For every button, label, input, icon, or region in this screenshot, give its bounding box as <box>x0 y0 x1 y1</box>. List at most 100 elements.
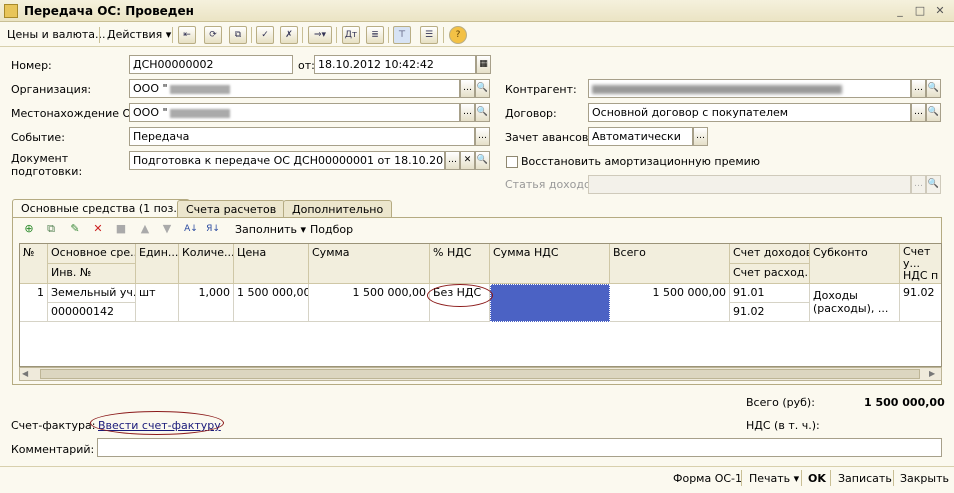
cell-acc-vat[interactable]: 91.02 <box>900 284 941 322</box>
advance-select-button[interactable]: … <box>693 127 708 146</box>
edit-icon[interactable]: ✎ <box>68 222 82 236</box>
search-icon[interactable]: 🔍 <box>475 103 490 122</box>
number-field[interactable]: ДСН00000002 <box>129 55 293 74</box>
refresh-icon[interactable]: ⟳ <box>204 26 222 44</box>
search-icon[interactable]: 🔍 <box>475 151 490 170</box>
cell-total[interactable]: 1 500 000,00 <box>610 284 730 322</box>
move-down-icon[interactable]: ▼ <box>160 222 174 236</box>
fill-label: Заполнить <box>235 223 297 236</box>
contractor-field[interactable] <box>588 79 911 98</box>
col-header-acc-expense[interactable]: Счет расход... <box>730 264 810 284</box>
ok-button[interactable]: OK <box>808 472 826 485</box>
tab-fixed-assets[interactable]: Основные средства (1 поз.) <box>12 199 191 218</box>
col-header-acc-vat[interactable]: Счет у... НДС п <box>900 244 941 284</box>
cell-qty[interactable]: 1,000 <box>179 284 234 322</box>
form-os1-button[interactable]: Форма ОС-1 <box>673 472 742 485</box>
col-header-vat-sum[interactable]: Сумма НДС <box>490 244 610 284</box>
location-field[interactable]: ООО " <box>129 103 460 122</box>
close-button[interactable]: Закрыть <box>900 472 949 485</box>
event-select-button[interactable]: … <box>475 127 490 146</box>
post-close-icon[interactable]: ⇤ <box>178 26 196 44</box>
col-header-num[interactable]: № <box>20 244 48 284</box>
actions-menu[interactable]: Действия ▾ <box>107 28 171 41</box>
event-field[interactable]: Передача <box>129 127 475 146</box>
col-header-subconto[interactable]: Субконто <box>810 244 900 284</box>
col-header-vat-rate[interactable]: % НДС <box>430 244 490 284</box>
search-icon[interactable]: 🔍 <box>926 79 941 98</box>
cell-inv[interactable]: 000000142 <box>48 303 136 322</box>
col-header-acc-income[interactable]: Счет доходов <box>730 244 810 264</box>
close-icon[interactable]: ✕ <box>933 4 947 18</box>
income-field[interactable] <box>588 175 911 194</box>
horizontal-scrollbar[interactable]: ◀ ▶ <box>19 367 942 381</box>
income-select-button[interactable]: … <box>911 175 926 194</box>
document-icon <box>4 4 18 18</box>
tab-additional[interactable]: Дополнительно <box>283 200 393 218</box>
add-icon[interactable]: ⊕ <box>22 222 36 236</box>
date-field[interactable]: 18.10.2012 10:42:42 <box>314 55 476 74</box>
print-menu[interactable]: Печать ▾ <box>749 472 799 485</box>
unpost-icon[interactable]: ✗ <box>280 26 298 44</box>
org-field[interactable]: ООО " <box>129 79 460 98</box>
list-icon[interactable]: ☰ <box>420 26 438 44</box>
search-icon[interactable]: 🔍 <box>926 103 941 122</box>
contract-field[interactable]: Основной договор с покупателем <box>588 103 911 122</box>
prep-doc-select-button[interactable]: … <box>445 151 460 170</box>
cell-price[interactable]: 1 500 000,00 <box>234 284 309 322</box>
cell-sum[interactable]: 1 500 000,00 <box>309 284 430 322</box>
copy-icon[interactable]: ⧉ <box>229 26 247 44</box>
scroll-left-icon[interactable]: ◀ <box>22 369 28 378</box>
fill-menu[interactable]: Заполнить ▾ <box>235 223 306 236</box>
post-icon[interactable]: ✓ <box>256 26 274 44</box>
move-up-icon[interactable]: ▲ <box>138 222 152 236</box>
comment-field[interactable] <box>97 438 942 457</box>
end-edit-icon[interactable]: ■ <box>114 222 128 236</box>
minimize-icon[interactable]: _ <box>893 4 907 18</box>
contract-select-button[interactable]: … <box>911 103 926 122</box>
col-header-inv[interactable]: Инв. № <box>48 264 136 284</box>
delete-icon[interactable]: ✕ <box>91 222 105 236</box>
search-icon[interactable]: 🔍 <box>475 79 490 98</box>
scroll-thumb[interactable] <box>40 369 920 379</box>
clear-icon[interactable]: ✕ <box>460 151 475 170</box>
col-header-os[interactable]: Основное сре... <box>48 244 136 264</box>
help-icon[interactable]: ? <box>449 26 467 44</box>
cell-os[interactable]: Земельный уч... <box>48 284 136 303</box>
prep-doc-field[interactable]: Подготовка к передаче ОС ДСН00000001 от … <box>129 151 445 170</box>
col-header-sum[interactable]: Сумма <box>309 244 430 284</box>
cell-subconto[interactable]: Доходы (расходы), ... <box>810 284 900 322</box>
prices-button[interactable]: Цены и валюта... <box>7 28 105 41</box>
sort-asc-icon[interactable]: А↓ <box>184 222 198 236</box>
highlight-oval <box>427 284 493 307</box>
search-icon[interactable]: 🔍 <box>926 175 941 194</box>
location-select-button[interactable]: … <box>460 103 475 122</box>
based-on-icon[interactable]: ⇒▾ <box>308 26 332 44</box>
toolbar: Цены и валюта... Действия ▾ ⇤ ⟳ ⧉ ✓ ✗ ⇒▾… <box>0 23 954 47</box>
report-icon[interactable]: ≣ <box>366 26 384 44</box>
col-header-qty[interactable]: Количе... <box>179 244 234 284</box>
contractor-select-button[interactable]: … <box>911 79 926 98</box>
tab-settlement-accounts[interactable]: Счета расчетов <box>177 200 286 218</box>
org-select-button[interactable]: … <box>460 79 475 98</box>
col-header-total[interactable]: Всего <box>610 244 730 284</box>
copy-row-icon[interactable]: ⧉ <box>44 222 58 236</box>
select-button[interactable]: Подбор <box>310 223 353 236</box>
cell-acc-income[interactable]: 91.01 <box>730 284 810 303</box>
maximize-icon[interactable]: □ <box>913 4 927 18</box>
cell-acc-expense[interactable]: 91.02 <box>730 303 810 322</box>
debit-credit-icon[interactable]: Дт <box>342 26 360 44</box>
cell-vat-sum[interactable] <box>490 284 610 322</box>
save-button[interactable]: Записать <box>838 472 892 485</box>
restore-checkbox[interactable] <box>506 156 518 168</box>
col-header-price[interactable]: Цена <box>234 244 309 284</box>
assets-table[interactable]: № Основное сре... Инв. № Един... Количе.… <box>19 243 942 367</box>
advance-field[interactable]: Автоматически <box>588 127 693 146</box>
sort-desc-icon[interactable]: Я↓ <box>206 222 220 236</box>
structure-icon[interactable]: ⊤ <box>393 26 411 44</box>
calendar-icon[interactable]: ▦ <box>476 55 491 74</box>
total-label: Всего (руб): <box>746 396 815 409</box>
scroll-right-icon[interactable]: ▶ <box>929 369 935 378</box>
cell-num[interactable]: 1 <box>20 284 48 322</box>
cell-unit[interactable]: шт <box>136 284 179 322</box>
col-header-unit[interactable]: Един... <box>136 244 179 284</box>
